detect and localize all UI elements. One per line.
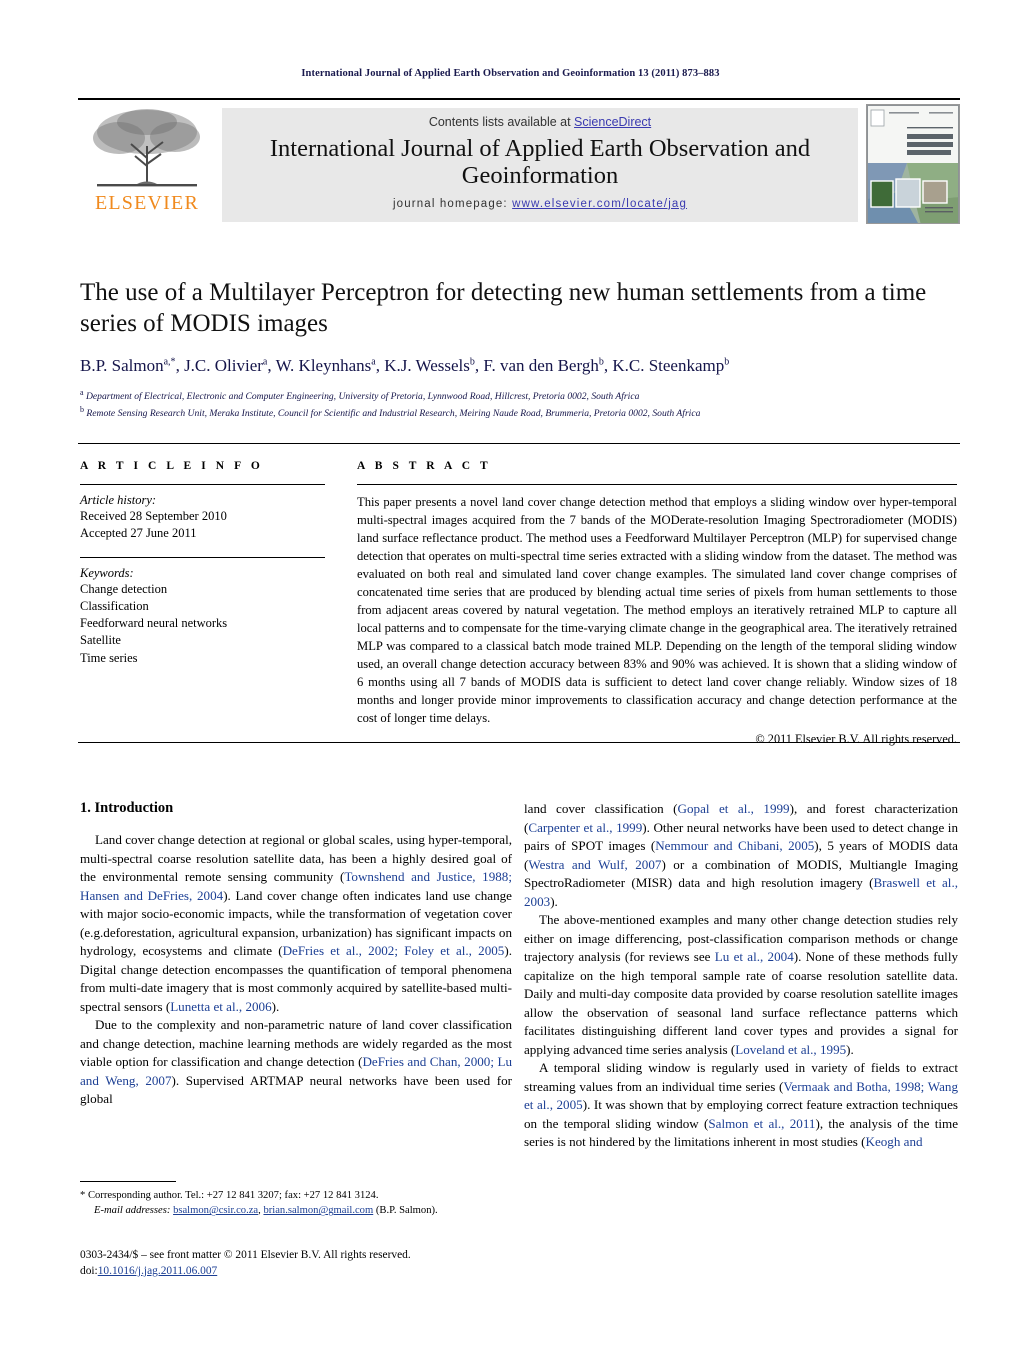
doi-line: doi:10.1016/j.jag.2011.06.007 [80, 1263, 512, 1279]
keyword-item: Classification [80, 598, 149, 613]
contents-available-line: Contents lists available at ScienceDirec… [429, 115, 651, 129]
article-title-block: The use of a Multilayer Perceptron for d… [80, 278, 960, 421]
keyword-item: Feedforward neural networks [80, 616, 228, 630]
affil-marker-b: b [80, 405, 84, 415]
keyword-item: Change detection [80, 581, 168, 596]
journal-homepage-link[interactable]: www.elsevier.com/locate/jag [512, 198, 687, 210]
body-column-right: land cover classification (Gopal et al.,… [524, 800, 958, 1152]
elsevier-logo: ELSEVIER [78, 100, 216, 228]
paragraph: land cover classification (Gopal et al.,… [524, 800, 958, 911]
elsevier-wordmark: ELSEVIER [94, 192, 200, 214]
paper-page: International Journal of Applied Earth O… [0, 0, 1021, 1351]
keywords-divider [80, 556, 325, 558]
paragraph: Land cover change detection at regional … [80, 831, 512, 1016]
author-affil-marker: b [469, 356, 475, 368]
article-accepted-date: Accepted 27 June 2011 [80, 526, 197, 541]
email-owner: (B.P. Salmon). [375, 1205, 438, 1217]
section-heading-introduction: 1. Introduction [80, 800, 174, 816]
keywords-label: Keywords: [80, 565, 134, 580]
abstract-panel: A B S T R A C T This paper presents a no… [357, 460, 957, 747]
journal-homepage-line: journal homepage: www.elsevier.com/locat… [393, 198, 687, 210]
affil-marker-a: a [80, 388, 84, 398]
author-affil-marker: b [724, 356, 730, 368]
citation-link[interactable]: DeFries et al., 2002; Foley et al., 2005 [283, 943, 505, 958]
abstract-heading: A B S T R A C T [357, 460, 492, 472]
email-label: E-mail addresses: [94, 1205, 171, 1217]
paragraph: A temporal sliding window is regularly u… [524, 1059, 958, 1152]
issn-copyright-block: 0303-2434/$ – see front matter © 2011 El… [80, 1247, 512, 1279]
citation-link[interactable]: Salmon et al., 2011 [708, 1116, 815, 1131]
abstract-text: This paper presents a novel land cover c… [357, 495, 957, 725]
homepage-label: journal homepage: [392, 197, 513, 210]
elsevier-tree-icon [93, 109, 200, 187]
journal-cover-thumbnail [866, 104, 960, 224]
journal-title: International Journal of Applied Earth O… [269, 135, 811, 190]
abstract-top-rule [78, 443, 960, 444]
article-info-panel: A R T I C L E I N F O Article history: R… [80, 460, 325, 667]
journal-masthead: ELSEVIER Contents lists available at Sci… [78, 98, 960, 228]
paragraph-text: ). [846, 1041, 854, 1057]
citation-link[interactable]: Loveland et al., 1995 [735, 1042, 846, 1057]
email-link-secondary[interactable]: brian.salmon@gmail.com [263, 1205, 373, 1216]
sciencedirect-link[interactable]: ScienceDirect [574, 115, 651, 129]
body-column-left: 1. Introduction Land cover change detect… [80, 800, 512, 1109]
article-info-heading: A R T I C L E I N F O [80, 460, 264, 472]
email-note: E-mail addresses: bsalmon@csir.co.za, br… [80, 1203, 512, 1218]
paragraph-text: land cover classification ( [524, 801, 678, 816]
keyword-item: Time series [80, 650, 138, 665]
journal-band: Contents lists available at ScienceDirec… [222, 108, 858, 222]
affiliation-b-text: Remote Sensing Research Unit, Meraka Ins… [86, 408, 701, 420]
email-link-primary[interactable]: bsalmon@csir.co.za [173, 1205, 258, 1216]
footnote-rule [80, 1181, 176, 1182]
keyword-item: Satellite [80, 633, 121, 648]
citation-link[interactable]: Keogh and [865, 1134, 922, 1149]
footnote-block: * Corresponding author. Tel.: +27 12 841… [80, 1188, 512, 1219]
author-affil-marker: b [598, 356, 604, 368]
affiliation-a-text: Department of Electrical, Electronic and… [85, 391, 640, 403]
paragraph-text: ). [550, 893, 558, 909]
corresponding-author-note: * Corresponding author. Tel.: +27 12 841… [80, 1190, 379, 1201]
journal-cover-image [867, 105, 959, 223]
citation-link[interactable]: Lu et al., 2004 [715, 949, 794, 964]
citation-link[interactable]: Westra and Wulf, 2007 [528, 857, 661, 872]
article-received-date: Received 28 September 2010 [80, 509, 227, 523]
citation-link[interactable]: Carpenter et al., 1999 [528, 820, 642, 835]
contents-prefix: Contents lists available at [428, 115, 575, 129]
doi-link[interactable]: 10.1016/j.jag.2011.06.007 [98, 1265, 218, 1277]
citation-link[interactable]: Nemmour and Chibani, 2005 [655, 838, 814, 853]
abstract-divider [357, 484, 957, 485]
author-affil-marker: a [371, 356, 376, 368]
page-title: The use of a Multilayer Perceptron for d… [80, 279, 927, 337]
author-affil-marker: a,* [163, 356, 176, 368]
paragraph: The above-mentioned examples and many ot… [524, 911, 958, 1059]
paragraph: Due to the complexity and non-parametric… [80, 1016, 512, 1109]
article-info-divider [80, 484, 325, 485]
affiliation-a: a Department of Electrical, Electronic a… [80, 387, 960, 404]
abstract-copyright: © 2011 Elsevier B.V. All rights reserved… [755, 732, 957, 746]
citation-link[interactable]: Lunetta et al., 2006 [170, 999, 271, 1014]
paragraph-text: ). None of these methods fully capitaliz… [524, 949, 958, 1057]
doi-label: doi: [80, 1265, 98, 1278]
article-history-label: Article history: [80, 493, 157, 507]
author-list: B.P. Salmona,*, J.C. Oliviera, W. Kleynh… [80, 356, 730, 375]
citation-link[interactable]: Gopal et al., 1999 [678, 801, 790, 816]
author-affil-marker: a [262, 356, 268, 368]
issn-line: 0303-2434/$ – see front matter © 2011 El… [80, 1249, 411, 1261]
running-head: International Journal of Applied Earth O… [301, 68, 720, 79]
affiliation-b: b Remote Sensing Research Unit, Meraka I… [80, 404, 960, 421]
paragraph-text: ). [271, 998, 280, 1014]
